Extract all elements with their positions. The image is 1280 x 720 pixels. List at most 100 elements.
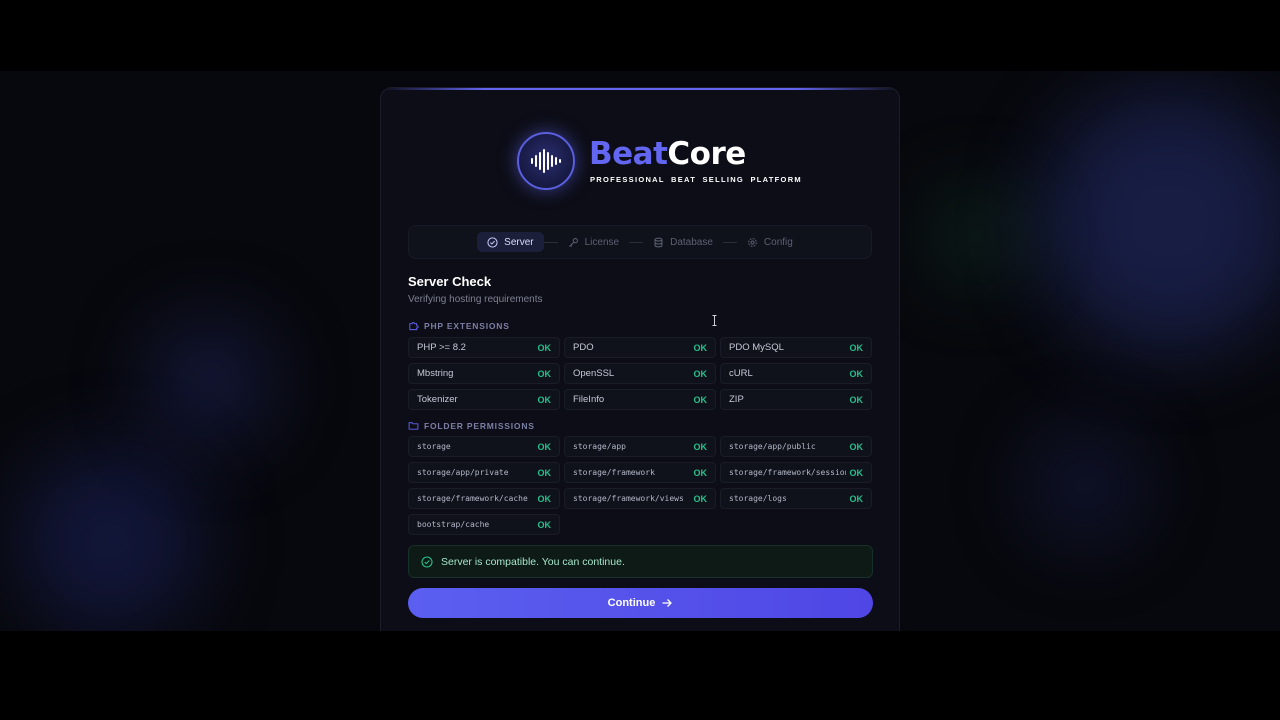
requirement-label: storage/framework/sessions bbox=[729, 468, 846, 477]
step-connector bbox=[722, 241, 737, 243]
requirement-label: storage bbox=[417, 442, 451, 451]
brand-name-part1: Beat bbox=[589, 136, 668, 172]
php-extensions-heading: PHP EXTENSIONS bbox=[408, 320, 510, 331]
letterbox-top bbox=[0, 0, 1280, 71]
status-badge: OK bbox=[693, 493, 708, 504]
continue-button-label: Continue bbox=[607, 597, 656, 609]
requirement-item: storage/app OK bbox=[564, 436, 716, 457]
requirement-item: bootstrap/cache OK bbox=[408, 514, 560, 535]
requirement-item: PHP >= 8.2 OK bbox=[408, 337, 560, 358]
requirement-label: Tokenizer bbox=[417, 394, 458, 405]
requirement-label: cURL bbox=[729, 368, 753, 379]
requirement-label: storage/framework bbox=[573, 468, 655, 477]
requirement-label: storage/framework/views bbox=[573, 494, 684, 503]
requirement-item: storage/logs OK bbox=[720, 488, 872, 509]
status-badge: OK bbox=[693, 368, 708, 379]
brand-tagline: PROFESSIONAL BEAT SELLING PLATFORM bbox=[590, 175, 802, 184]
background-glow bbox=[1040, 91, 1280, 351]
requirement-label: PDO MySQL bbox=[729, 342, 784, 353]
group-heading-label: PHP EXTENSIONS bbox=[424, 320, 510, 331]
php-extensions-grid: PHP >= 8.2 OK PDO OK PDO MySQL OK Mbstring O… bbox=[408, 337, 874, 410]
requirement-label: bootstrap/cache bbox=[417, 520, 490, 529]
group-heading-label: FOLDER PERMISSIONS bbox=[424, 420, 535, 431]
requirement-label: storage/framework/cache bbox=[417, 494, 528, 503]
status-badge: OK bbox=[693, 441, 708, 452]
card-accent-bar bbox=[381, 88, 899, 90]
page-title: Server Check bbox=[408, 274, 492, 289]
step-label: Config bbox=[763, 236, 793, 248]
folder-permissions-grid: storage OK storage/app OK storage/app/publ… bbox=[408, 436, 874, 535]
background-glow bbox=[1030, 431, 1140, 541]
status-badge: OK bbox=[849, 493, 864, 504]
status-badge: OK bbox=[537, 368, 552, 379]
requirement-label: storage/app/public bbox=[729, 442, 816, 451]
background-glow bbox=[150, 321, 270, 441]
step-config[interactable]: Config bbox=[737, 232, 803, 252]
requirement-item: storage/framework/cache OK bbox=[408, 488, 560, 509]
step-label: License bbox=[584, 236, 620, 248]
requirement-item: cURL OK bbox=[720, 363, 872, 384]
status-badge: OK bbox=[849, 441, 864, 452]
requirement-item: storage/framework/views OK bbox=[564, 488, 716, 509]
requirement-item: PDO MySQL OK bbox=[720, 337, 872, 358]
status-badge: OK bbox=[693, 394, 708, 405]
requirement-item: OpenSSL OK bbox=[564, 363, 716, 384]
requirement-item: storage/framework/sessions OK bbox=[720, 462, 872, 483]
requirement-item: storage/app/private OK bbox=[408, 462, 560, 483]
letterbox-bottom bbox=[0, 631, 1280, 720]
gear-icon bbox=[748, 237, 757, 247]
status-badge: OK bbox=[537, 441, 552, 452]
status-badge: OK bbox=[537, 519, 552, 530]
requirement-label: storage/app bbox=[573, 442, 626, 451]
brand-header: BeatCore PROFESSIONAL BEAT SELLING PLATF… bbox=[517, 132, 801, 192]
step-connector bbox=[543, 241, 558, 243]
compatibility-notice: Server is compatible. You can continue. bbox=[408, 545, 873, 578]
status-badge: OK bbox=[537, 467, 552, 478]
requirement-item: Mbstring OK bbox=[408, 363, 560, 384]
requirement-item: storage/app/public OK bbox=[720, 436, 872, 457]
step-license[interactable]: License bbox=[558, 232, 629, 252]
text-cursor-icon bbox=[712, 315, 717, 326]
database-icon bbox=[654, 237, 663, 247]
notice-text: Server is compatible. You can continue. bbox=[441, 555, 625, 568]
requirement-item: PDO OK bbox=[564, 337, 716, 358]
requirement-label: ZIP bbox=[729, 394, 744, 405]
requirement-item: ZIP OK bbox=[720, 389, 872, 410]
step-database[interactable]: Database bbox=[643, 232, 723, 252]
brand-name: BeatCore bbox=[589, 136, 746, 172]
requirement-label: storage/logs bbox=[729, 494, 787, 503]
installer-card: BeatCore PROFESSIONAL BEAT SELLING PLATF… bbox=[380, 87, 900, 631]
requirement-label: PHP >= 8.2 bbox=[417, 342, 466, 353]
status-badge: OK bbox=[849, 467, 864, 478]
brand-name-part2: Core bbox=[667, 136, 746, 172]
step-connector bbox=[629, 241, 644, 243]
requirement-item: Tokenizer OK bbox=[408, 389, 560, 410]
status-badge: OK bbox=[537, 493, 552, 504]
soundwave-logo-icon bbox=[517, 132, 575, 190]
folder-icon bbox=[408, 422, 419, 430]
requirement-label: storage/app/private bbox=[417, 468, 509, 477]
step-label: Database bbox=[670, 236, 713, 248]
step-server[interactable]: Server bbox=[477, 232, 544, 252]
status-badge: OK bbox=[693, 467, 708, 478]
page-subtitle: Verifying hosting requirements bbox=[408, 294, 543, 305]
requirement-label: Mbstring bbox=[417, 368, 454, 379]
key-icon bbox=[568, 237, 578, 247]
status-badge: OK bbox=[849, 368, 864, 379]
installer-background: BeatCore PROFESSIONAL BEAT SELLING PLATF… bbox=[0, 71, 1280, 631]
status-badge: OK bbox=[537, 342, 552, 353]
check-circle-icon bbox=[487, 236, 498, 248]
background-glow bbox=[20, 451, 200, 631]
requirement-label: OpenSSL bbox=[573, 368, 615, 379]
status-badge: OK bbox=[849, 342, 864, 353]
status-badge: OK bbox=[693, 342, 708, 353]
check-circle-icon bbox=[421, 555, 433, 568]
status-badge: OK bbox=[849, 394, 864, 405]
requirement-item: storage OK bbox=[408, 436, 560, 457]
requirement-item: storage/framework OK bbox=[564, 462, 716, 483]
puzzle-icon bbox=[409, 322, 419, 331]
setup-stepper: Server License Database Config bbox=[408, 225, 872, 259]
continue-button[interactable]: Continue bbox=[408, 588, 873, 618]
requirement-label: PDO bbox=[573, 342, 594, 353]
step-label: Server bbox=[504, 236, 534, 248]
